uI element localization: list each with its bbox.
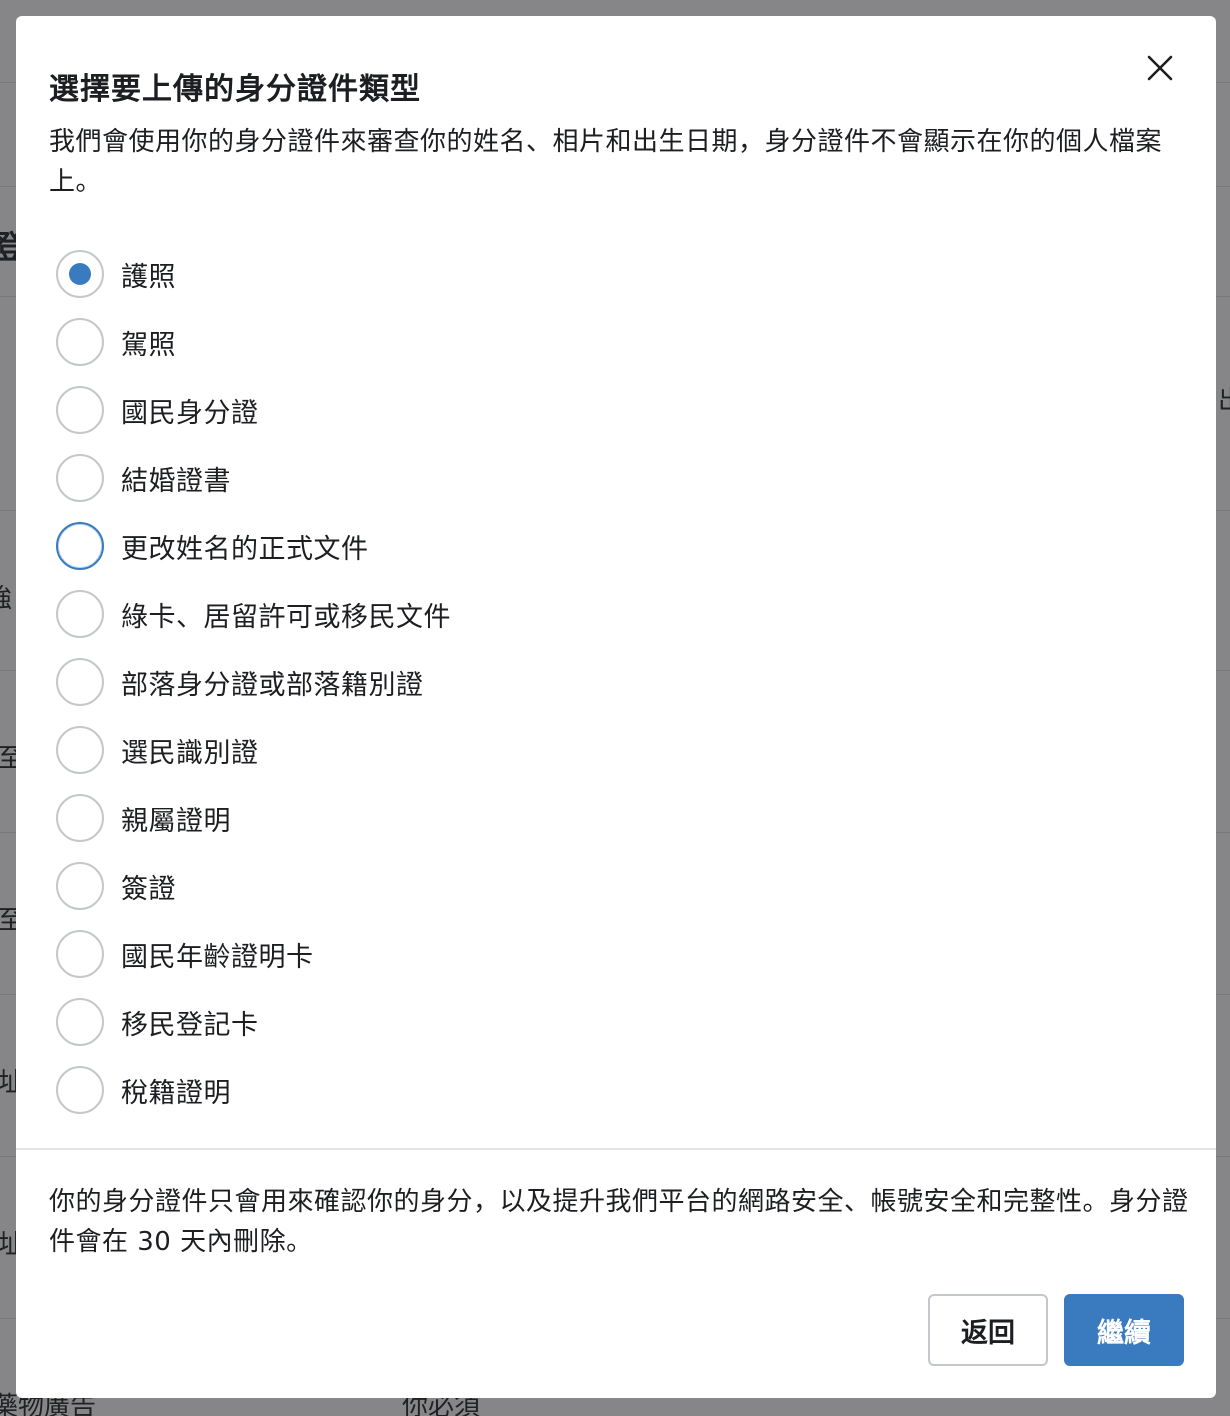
option-label: 親屬證明 (121, 805, 231, 837)
footer-divider (16, 1148, 1216, 1150)
close-button[interactable] (1140, 48, 1180, 88)
radio-button[interactable] (56, 658, 104, 706)
id-type-option[interactable]: 結婚證書 (56, 444, 856, 512)
radio-button[interactable] (56, 930, 104, 978)
option-label: 結婚證書 (121, 465, 231, 497)
option-label: 國民年齡證明卡 (121, 941, 314, 973)
id-type-option[interactable]: 親屬證明 (56, 784, 856, 852)
option-label: 駕照 (121, 329, 176, 361)
option-label: 更改姓名的正式文件 (121, 533, 369, 565)
id-type-option[interactable]: 稅籍證明 (56, 1056, 856, 1124)
id-type-option[interactable]: 更改姓名的正式文件 (56, 512, 856, 580)
id-type-option[interactable]: 國民身分證 (56, 376, 856, 444)
option-label: 簽證 (121, 873, 176, 905)
option-label: 護照 (121, 261, 176, 293)
radio-button[interactable] (56, 522, 104, 570)
dialog-description: 我們會使用你的身分證件來審查你的姓名、相片和出生日期，身分證件不會顯示在你的個人… (49, 127, 1163, 197)
option-label: 綠卡、居留許可或移民文件 (121, 601, 451, 633)
radio-button[interactable] (56, 318, 104, 366)
privacy-note: 你的身分證件只會用來確認你的身分，以及提升我們平台的網路安全、帳號安全和完整性。… (49, 1187, 1189, 1257)
id-type-option[interactable]: 選民識別證 (56, 716, 856, 784)
radio-button[interactable] (56, 998, 104, 1046)
back-button[interactable]: 返回 (928, 1294, 1048, 1366)
radio-button[interactable] (56, 862, 104, 910)
option-label: 移民登記卡 (121, 1009, 259, 1041)
radio-button[interactable] (56, 250, 104, 298)
radio-button[interactable] (56, 726, 104, 774)
radio-button[interactable] (56, 794, 104, 842)
id-type-option[interactable]: 簽證 (56, 852, 856, 920)
continue-button[interactable]: 繼續 (1064, 1294, 1184, 1366)
id-type-option[interactable]: 綠卡、居留許可或移民文件 (56, 580, 856, 648)
close-icon (1147, 55, 1173, 81)
id-type-radio-group: 護照 駕照 國民身分證 結婚證書 更改姓名的正式文件 綠卡、居留許可或移民文件 … (56, 240, 856, 1124)
id-type-option[interactable]: 護照 (56, 240, 856, 308)
option-label: 稅籍證明 (121, 1077, 231, 1109)
dialog-title: 選擇要上傳的身分證件類型 (49, 72, 421, 107)
radio-button[interactable] (56, 386, 104, 434)
radio-button[interactable] (56, 454, 104, 502)
id-type-option[interactable]: 國民年齡證明卡 (56, 920, 856, 988)
id-type-dialog: 選擇要上傳的身分證件類型 我們會使用你的身分證件來審查你的姓名、相片和出生日期，… (16, 16, 1216, 1398)
id-type-option[interactable]: 駕照 (56, 308, 856, 376)
radio-button[interactable] (56, 590, 104, 638)
option-label: 國民身分證 (121, 397, 259, 429)
radio-button[interactable] (56, 1066, 104, 1114)
option-label: 部落身分證或部落籍別證 (121, 669, 424, 701)
id-type-option[interactable]: 部落身分證或部落籍別證 (56, 648, 856, 716)
id-type-option[interactable]: 移民登記卡 (56, 988, 856, 1056)
option-label: 選民識別證 (121, 737, 259, 769)
